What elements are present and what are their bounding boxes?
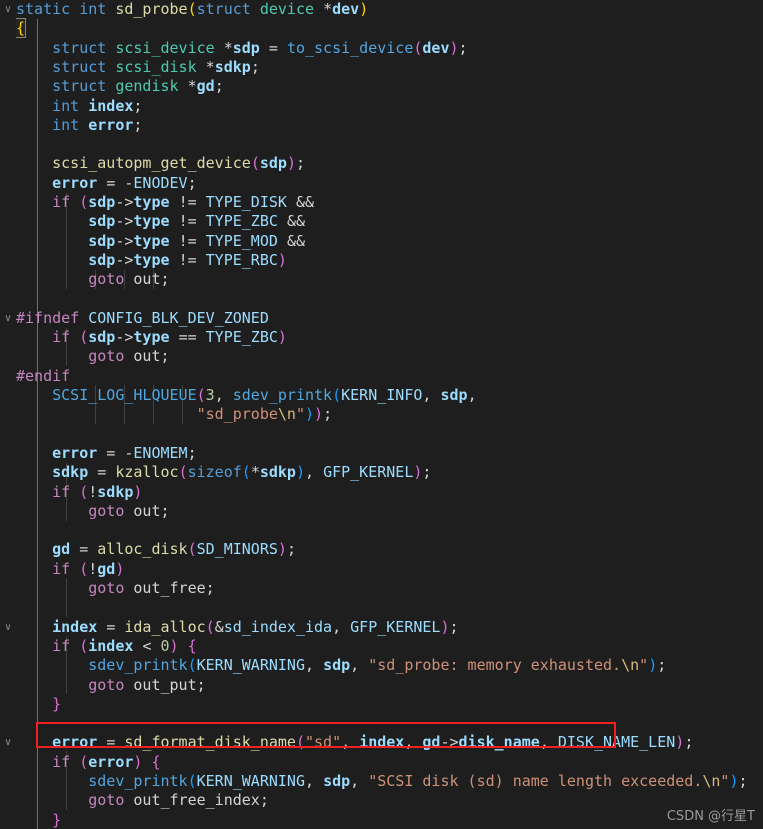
code-line-text: if (sdp->type != TYPE_DISK && — [52, 193, 315, 211]
code-line[interactable]: SCSI_LOG_HLQUEUE(3, sdev_printk(KERN_INF… — [0, 386, 477, 405]
code-line-text: SCSI_LOG_HLQUEUE(3, sdev_printk(KERN_INF… — [52, 386, 477, 404]
code-line[interactable]: error = -ENODEV; — [0, 174, 197, 193]
fold-chevron-icon[interactable] — [2, 0, 14, 19]
code-line[interactable]: int index; — [0, 97, 142, 116]
code-line-text: goto out_put; — [88, 675, 206, 694]
code-line-text: goto out_free_index; — [88, 791, 269, 810]
code-line-text: sdp->type != TYPE_ZBC && — [88, 212, 305, 231]
code-line[interactable]: index = ida_alloc(&sd_index_ida, GFP_KER… — [0, 617, 459, 637]
code-line-text: int error; — [52, 115, 143, 134]
code-line[interactable]: "sd_probe\n")); — [0, 405, 332, 424]
code-line-text: sdp->type != TYPE_RBC) — [88, 250, 287, 269]
code-line-text: goto out; — [88, 501, 170, 520]
code-line-text: sdkp = kzalloc(sizeof(*sdkp), GFP_KERNEL… — [52, 463, 432, 482]
code-line[interactable]: sdp->type != TYPE_RBC) — [0, 251, 287, 270]
code-line-text: goto out; — [88, 347, 170, 366]
code-line[interactable]: sdp->type != TYPE_ZBC && — [0, 212, 305, 231]
code-line-text: goto out; — [88, 270, 170, 289]
fold-chevron-icon[interactable] — [2, 309, 14, 328]
code-line-text: error = -ENODEV; — [52, 173, 197, 192]
code-line[interactable]: if (sdp->type == TYPE_ZBC) — [0, 328, 287, 347]
code-line[interactable]: int error; — [0, 116, 142, 135]
code-line[interactable]: gd = alloc_disk(SD_MINORS); — [0, 540, 296, 559]
code-line[interactable]: if (index < 0) { — [0, 637, 197, 656]
code-line-text: error = sd_format_disk_name("sd", index,… — [52, 733, 694, 752]
code-line[interactable]: struct scsi_disk *sdkp; — [0, 58, 260, 77]
code-line-text: error = -ENOMEM; — [52, 443, 197, 462]
code-line[interactable]: error = sd_format_disk_name("sd", index,… — [0, 733, 693, 752]
code-line[interactable]: scsi_autopm_get_device(sdp); — [0, 154, 305, 173]
code-line[interactable]: error = -ENOMEM; — [0, 444, 197, 463]
fold-gutter[interactable] — [0, 0, 16, 829]
code-line-text: index = ida_alloc(&sd_index_ida, GFP_KER… — [52, 617, 459, 636]
code-line-text: #ifndef CONFIG_BLK_DEV_ZONED — [16, 308, 269, 327]
code-content[interactable]: static int sd_probe(struct device *dev){… — [0, 0, 763, 829]
code-line-text: if (error) { — [52, 752, 161, 771]
code-line-text: scsi_autopm_get_device(sdp); — [52, 154, 305, 173]
code-line-text: int index; — [52, 96, 143, 115]
code-line[interactable]: #ifndef CONFIG_BLK_DEV_ZONED — [0, 309, 269, 328]
code-line-text: if (!sdkp) — [52, 482, 143, 501]
code-line[interactable]: sdev_printk(KERN_WARNING, sdp, "sd_probe… — [0, 656, 666, 675]
code-line-text: if (!gd) — [52, 559, 125, 578]
csdn-watermark: CSDN @行星T — [666, 809, 755, 824]
code-line[interactable]: goto out; — [0, 347, 170, 366]
fold-chevron-icon[interactable] — [2, 733, 14, 752]
code-line[interactable]: goto out_free; — [0, 579, 215, 598]
code-line[interactable]: sdev_printk(KERN_WARNING, sdp, "SCSI dis… — [0, 772, 748, 791]
fold-chevron-icon[interactable] — [2, 618, 14, 637]
code-line[interactable]: goto out_put; — [0, 675, 206, 695]
code-line-text: struct scsi_device *sdp = to_scsi_device… — [52, 38, 468, 57]
code-line[interactable]: static int sd_probe(struct device *dev) — [0, 0, 368, 19]
code-line-text: sdp->type != TYPE_MOD && — [88, 231, 305, 250]
code-line[interactable]: goto out; — [0, 501, 170, 521]
code-line-text: gd = alloc_disk(SD_MINORS); — [52, 540, 296, 559]
code-line[interactable]: sdkp = kzalloc(sizeof(*sdkp), GFP_KERNEL… — [0, 463, 431, 482]
code-line-text: goto out_free; — [88, 579, 215, 597]
code-line[interactable]: if (error) { — [0, 752, 161, 772]
code-line-text: struct gendisk *gd; — [52, 77, 224, 96]
code-line-text: sdev_printk(KERN_WARNING, sdp, "SCSI dis… — [88, 772, 748, 790]
code-line[interactable]: goto out_free_index; — [0, 791, 269, 810]
code-line-text: sdev_printk(KERN_WARNING, sdp, "sd_probe… — [88, 656, 667, 675]
code-line[interactable]: sdp->type != TYPE_MOD && — [0, 232, 305, 251]
code-line-text: if (sdp->type == TYPE_ZBC) — [52, 328, 287, 347]
code-line[interactable]: struct gendisk *gd; — [0, 77, 224, 96]
code-line[interactable]: goto out; — [0, 270, 170, 289]
code-editor-viewport[interactable]: static int sd_probe(struct device *dev){… — [0, 0, 763, 829]
code-line[interactable]: if (!gd) — [0, 560, 124, 579]
code-line-text: if (index < 0) { — [52, 636, 197, 655]
code-line-text: "sd_probe\n")); — [196, 405, 333, 424]
code-line-text: struct scsi_disk *sdkp; — [52, 57, 260, 76]
code-line-text: static int sd_probe(struct device *dev) — [16, 0, 369, 18]
code-line[interactable]: if (sdp->type != TYPE_DISK && — [0, 193, 314, 212]
code-line[interactable]: struct scsi_device *sdp = to_scsi_device… — [0, 38, 468, 58]
code-line[interactable]: if (!sdkp) — [0, 483, 142, 502]
